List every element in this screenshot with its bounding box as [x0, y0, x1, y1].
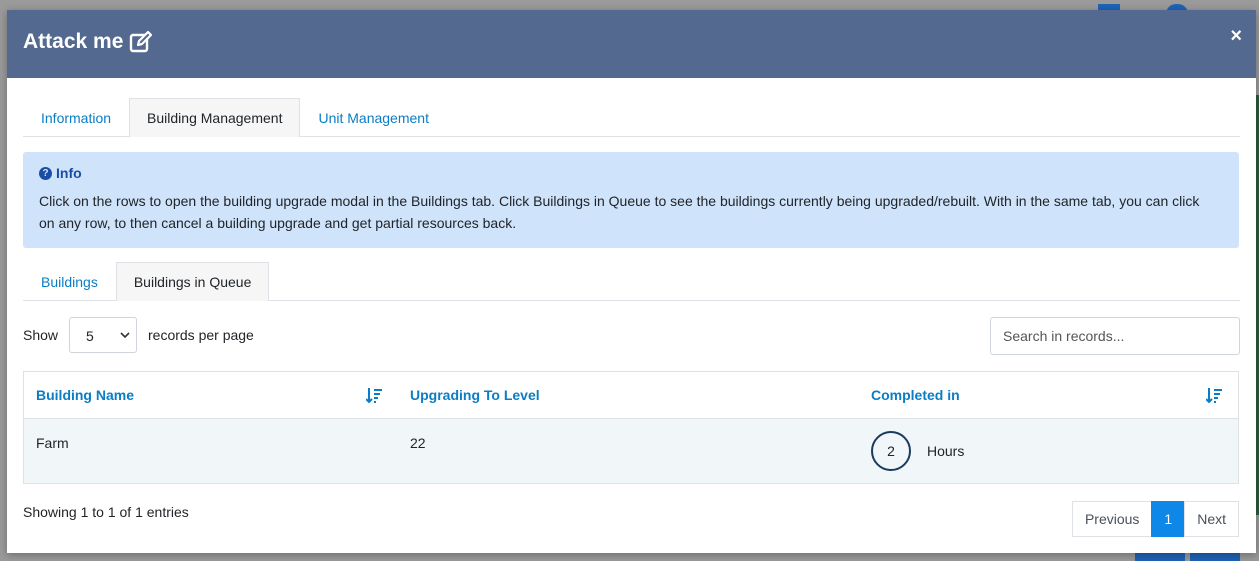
sub-tabs: Buildings Buildings in Queue	[23, 262, 1240, 301]
question-circle-icon: ?	[39, 166, 52, 180]
records-per-page-select[interactable]: 5	[69, 317, 137, 353]
next-page-button[interactable]: Next	[1184, 501, 1239, 537]
building-name: Farm	[36, 435, 69, 451]
tab-buildings[interactable]: Buildings	[23, 262, 116, 301]
cell-completed-in: 2 Hours	[859, 418, 1239, 484]
chevron-down-icon	[120, 332, 130, 339]
buildings-queue-table: Building Name Upgrading To Level Complet…	[23, 371, 1239, 484]
building-management-modal: Attack me × Information Building Managem…	[7, 10, 1256, 553]
time-remaining-badge: 2	[871, 431, 911, 471]
modal-header: Attack me ×	[7, 10, 1256, 78]
tab-building-management[interactable]: Building Management	[129, 98, 301, 137]
previous-page-button[interactable]: Previous	[1071, 501, 1153, 537]
show-label: Show	[23, 327, 59, 343]
info-heading: ? Info	[39, 162, 82, 184]
tab-buildings-in-queue[interactable]: Buildings in Queue	[115, 262, 270, 301]
column-label: Completed in	[871, 387, 960, 403]
tab-unit-management[interactable]: Unit Management	[300, 98, 447, 137]
tab-information[interactable]: Information	[23, 98, 129, 137]
pagination: Previous 1 Next	[1071, 501, 1239, 537]
edit-icon[interactable]	[129, 30, 153, 54]
table-header-row: Building Name Upgrading To Level Complet…	[23, 371, 1239, 419]
column-label: Building Name	[36, 387, 135, 403]
records-controls: Show 5 records per page	[23, 317, 1240, 355]
cell-building-name: Farm	[23, 418, 398, 484]
table-row[interactable]: Farm 22 2 Hours	[23, 418, 1239, 484]
sort-icon[interactable]	[1206, 387, 1222, 404]
column-label: Upgrading To Level	[410, 387, 540, 403]
modal-title-text: Attack me	[23, 30, 124, 53]
background-button	[1190, 553, 1240, 561]
sort-icon[interactable]	[366, 387, 382, 404]
close-button[interactable]: ×	[1230, 26, 1242, 46]
column-header-upgrading-to-level[interactable]: Upgrading To Level	[398, 371, 859, 419]
showing-entries-text: Showing 1 to 1 of 1 entries	[23, 504, 189, 520]
search-input[interactable]	[990, 317, 1240, 355]
column-header-completed-in[interactable]: Completed in	[859, 371, 1239, 419]
info-alert: ? Info Click on the rows to open the bui…	[23, 152, 1239, 248]
info-text: Click on the rows to open the building u…	[39, 193, 1200, 231]
modal-title: Attack me	[23, 30, 153, 54]
per-page-label: records per page	[148, 327, 254, 343]
upgrade-level: 22	[410, 435, 426, 451]
page-1-button[interactable]: 1	[1151, 501, 1186, 537]
column-header-building-name[interactable]: Building Name	[23, 371, 398, 419]
main-tabs: Information Building Management Unit Man…	[23, 98, 1240, 137]
info-heading-text: Info	[56, 165, 82, 181]
time-unit: Hours	[927, 443, 965, 459]
records-per-page-value: 5	[86, 328, 94, 344]
background-button	[1135, 553, 1185, 561]
cell-level: 22	[398, 418, 859, 484]
